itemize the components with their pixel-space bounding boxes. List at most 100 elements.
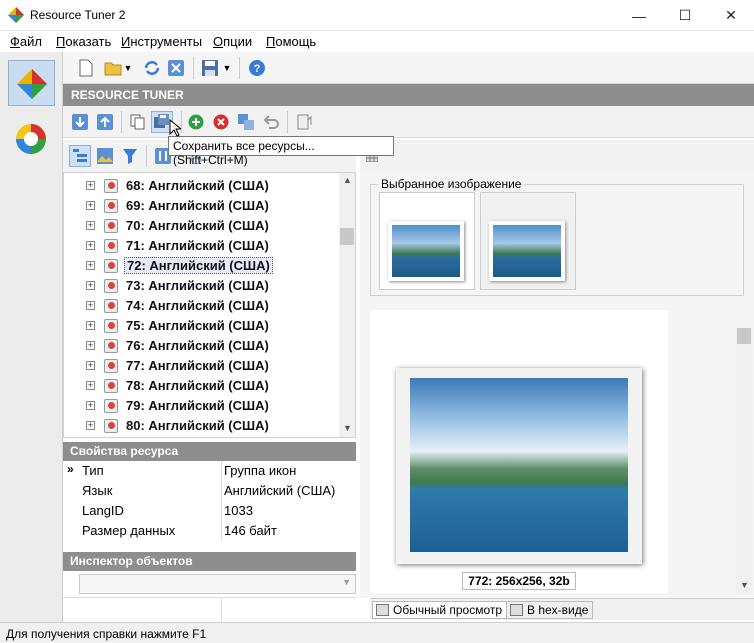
close-file-button[interactable] [165, 57, 187, 79]
sidebar-second-tool-button[interactable] [14, 122, 48, 156]
move-down-button[interactable] [69, 111, 91, 133]
menu-help[interactable]: Помощь [266, 34, 316, 49]
scroll-thumb[interactable] [340, 228, 354, 245]
expand-icon[interactable]: + [86, 181, 95, 190]
landscape-thumbnail-image [493, 225, 561, 277]
save-button[interactable] [199, 57, 221, 79]
expand-icon[interactable]: + [86, 401, 95, 410]
image-icon [97, 148, 113, 164]
tree-item-label: 68: Английский (США) [126, 178, 269, 193]
property-row[interactable]: LangID 1033 [63, 501, 356, 521]
expand-icon[interactable]: + [86, 381, 95, 390]
arrow-up-icon [97, 114, 113, 130]
resource-tuner-icon [17, 69, 47, 99]
color-wheel-icon [16, 124, 46, 154]
tree-item-label: 75: Английский (США) [126, 318, 269, 333]
tree-item-label: 79: Английский (США) [126, 398, 269, 413]
tree-item[interactable]: +76: Английский (США) [64, 336, 344, 356]
save-all-icon [154, 114, 169, 128]
minimize-button[interactable]: — [616, 0, 662, 31]
filter-icon [123, 149, 137, 164]
main-toolbar: ▼ ▼ ? [63, 52, 754, 84]
expand-icon[interactable]: + [86, 421, 95, 430]
tree-item[interactable]: +74: Английский (США) [64, 296, 344, 316]
menu-view[interactable]: Показать [56, 34, 111, 49]
current-row-icon: » [67, 462, 74, 476]
preview-scrollbar[interactable]: ▲ ▼ [736, 328, 752, 594]
expand-icon[interactable]: + [86, 321, 95, 330]
properties-button[interactable] [293, 111, 315, 133]
expand-icon[interactable]: + [86, 341, 95, 350]
tree-scrollbar[interactable]: ▲ ▼ [339, 173, 355, 437]
move-up-button[interactable] [94, 111, 116, 133]
expand-icon[interactable]: + [86, 281, 95, 290]
property-row[interactable]: » Тип Группа икон [63, 461, 356, 481]
menu-options[interactable]: Опции [213, 34, 252, 49]
property-row[interactable]: Язык Английский (США) [63, 481, 356, 501]
chevron-down-icon[interactable]: ▼ [342, 577, 351, 587]
image-view-button[interactable] [94, 145, 116, 167]
panel-header: RESOURCE TUNER [63, 84, 754, 106]
scroll-thumb[interactable] [737, 328, 751, 344]
open-dropdown-button[interactable]: ▼ [122, 57, 134, 79]
tab-normal-view[interactable]: Обычный просмотр [372, 601, 508, 619]
expand-icon[interactable]: + [86, 241, 95, 250]
image-thumbnail-selected[interactable] [379, 192, 475, 290]
expand-icon[interactable]: + [86, 361, 95, 370]
icon-group-icon [104, 199, 118, 213]
add-resource-button[interactable] [185, 111, 207, 133]
delete-resource-button[interactable] [210, 111, 232, 133]
inspector-object-select[interactable]: ▼ [79, 574, 356, 594]
open-button[interactable] [102, 57, 124, 79]
filter-button[interactable] [119, 145, 141, 167]
maximize-icon: ☐ [678, 7, 692, 23]
maximize-button[interactable]: ☐ [662, 0, 708, 31]
tree-item[interactable]: +70: Английский (США) [64, 216, 344, 236]
tooltip: Сохранить все ресурсы... (Shift+Ctrl+M) [168, 136, 394, 167]
expand-icon[interactable]: + [86, 221, 95, 230]
close-icon: ✕ [725, 7, 737, 23]
icon-group-icon [104, 179, 118, 193]
expand-icon[interactable]: + [86, 301, 95, 310]
tree-item[interactable]: +69: Английский (США) [64, 196, 344, 216]
scroll-down-icon[interactable]: ▼ [740, 580, 749, 590]
tree-item[interactable]: +79: Английский (США) [64, 396, 344, 416]
sidebar-resource-tuner-button[interactable] [8, 60, 55, 106]
tree-item-label: 76: Английский (США) [126, 338, 269, 353]
image-thumbnail[interactable] [480, 192, 576, 290]
save-dropdown-button[interactable]: ▼ [221, 57, 233, 79]
tree-view-button[interactable] [69, 145, 91, 167]
new-file-button[interactable] [75, 57, 97, 79]
menu-file[interactable]: Файл [10, 34, 42, 49]
undo-button[interactable] [260, 111, 282, 133]
copy-resource-button[interactable] [127, 111, 149, 133]
property-value: 146 байт [224, 523, 277, 538]
icon-group-icon [104, 279, 118, 293]
close-button[interactable]: ✕ [708, 0, 754, 31]
tree-item-label: 78: Английский (США) [126, 378, 269, 393]
rename-resource-button[interactable] [235, 111, 257, 133]
menu-tools[interactable]: Инструменты [121, 34, 202, 49]
property-row[interactable]: Размер данных 146 байт [63, 521, 356, 541]
tree-item-label: 73: Английский (США) [126, 278, 269, 293]
expand-icon[interactable]: + [86, 261, 95, 270]
rename-icon [238, 114, 254, 130]
tree-item[interactable]: +73: Английский (США) [64, 276, 344, 296]
tree-item[interactable]: +78: Английский (США) [64, 376, 344, 396]
tree-item[interactable]: +68: Английский (США) [64, 176, 344, 196]
tree-item[interactable]: +77: Английский (США) [64, 356, 344, 376]
scroll-down-icon[interactable]: ▼ [343, 423, 352, 433]
tree-item-selected[interactable]: +72: Английский (США) [64, 256, 344, 276]
tree-item[interactable]: +75: Английский (США) [64, 316, 344, 336]
tree-item[interactable]: +80: Английский (США) [64, 416, 344, 436]
refresh-icon [144, 61, 160, 75]
tree-item[interactable]: +71: Английский (США) [64, 236, 344, 256]
refresh-button[interactable] [141, 57, 163, 79]
help-button[interactable]: ? [246, 57, 268, 79]
scroll-up-icon[interactable]: ▲ [343, 175, 352, 185]
icon-group-icon [104, 219, 118, 233]
expand-icon[interactable]: + [86, 201, 95, 210]
landscape-preview-image [410, 378, 628, 552]
new-file-icon [79, 59, 93, 77]
tab-hex-view[interactable]: В hex-виде [506, 601, 594, 619]
